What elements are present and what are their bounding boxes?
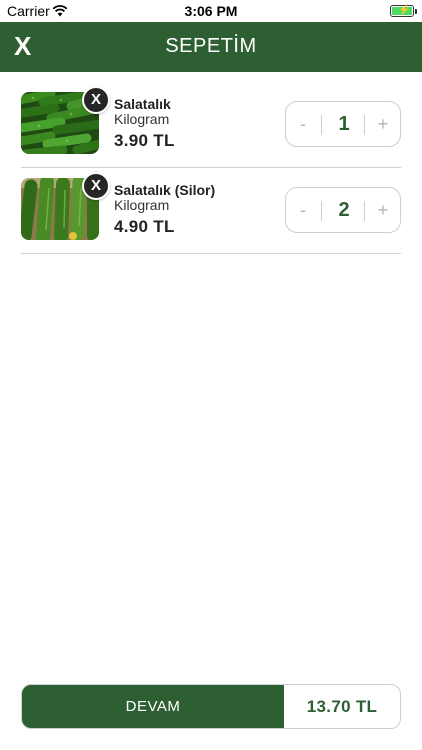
quantity-value: 1 xyxy=(338,113,350,135)
increase-quantity-button[interactable]: + xyxy=(366,102,400,146)
remove-item-button[interactable]: X xyxy=(82,172,110,200)
decrease-quantity-button[interactable]: - xyxy=(286,102,320,146)
cart-total: 13.70 TL xyxy=(306,697,378,716)
page-title: SEPETİM xyxy=(165,35,257,57)
battery-charging-icon: ⚡ xyxy=(390,5,417,17)
cart-item: X Salatalık (Silor) Kilogram 4.90 TL - 2… xyxy=(21,168,401,254)
status-time: 3:06 PM xyxy=(184,3,238,19)
status-bar: Carrier 3:06 PM ⚡ xyxy=(0,0,422,22)
quantity-stepper: - 1 + xyxy=(285,101,401,147)
stepper-divider xyxy=(364,201,365,221)
continue-button[interactable]: DEVAM xyxy=(22,685,284,728)
item-unit: Kilogram xyxy=(114,111,170,127)
header-bar: X SEPETİM xyxy=(0,22,422,72)
quantity-stepper: - 2 + xyxy=(285,187,401,233)
quantity-value: 2 xyxy=(338,199,350,221)
item-price: 4.90 TL xyxy=(114,217,175,236)
item-price: 3.90 TL xyxy=(114,131,175,150)
item-name: Salatalık xyxy=(114,96,171,112)
checkout-bar: DEVAM 13.70 TL xyxy=(21,684,401,729)
cart-item: X Salatalık Kilogram 3.90 TL - 1 + xyxy=(21,82,401,168)
stepper-divider xyxy=(364,115,365,135)
increase-quantity-button[interactable]: + xyxy=(366,188,400,232)
remove-item-button[interactable]: X xyxy=(82,86,110,114)
item-unit: Kilogram xyxy=(114,197,170,213)
item-name: Salatalık (Silor) xyxy=(114,182,216,198)
decrease-quantity-button[interactable]: - xyxy=(286,188,320,232)
cart-list: X Salatalık Kilogram 3.90 TL - 1 + X Sal… xyxy=(21,82,401,254)
